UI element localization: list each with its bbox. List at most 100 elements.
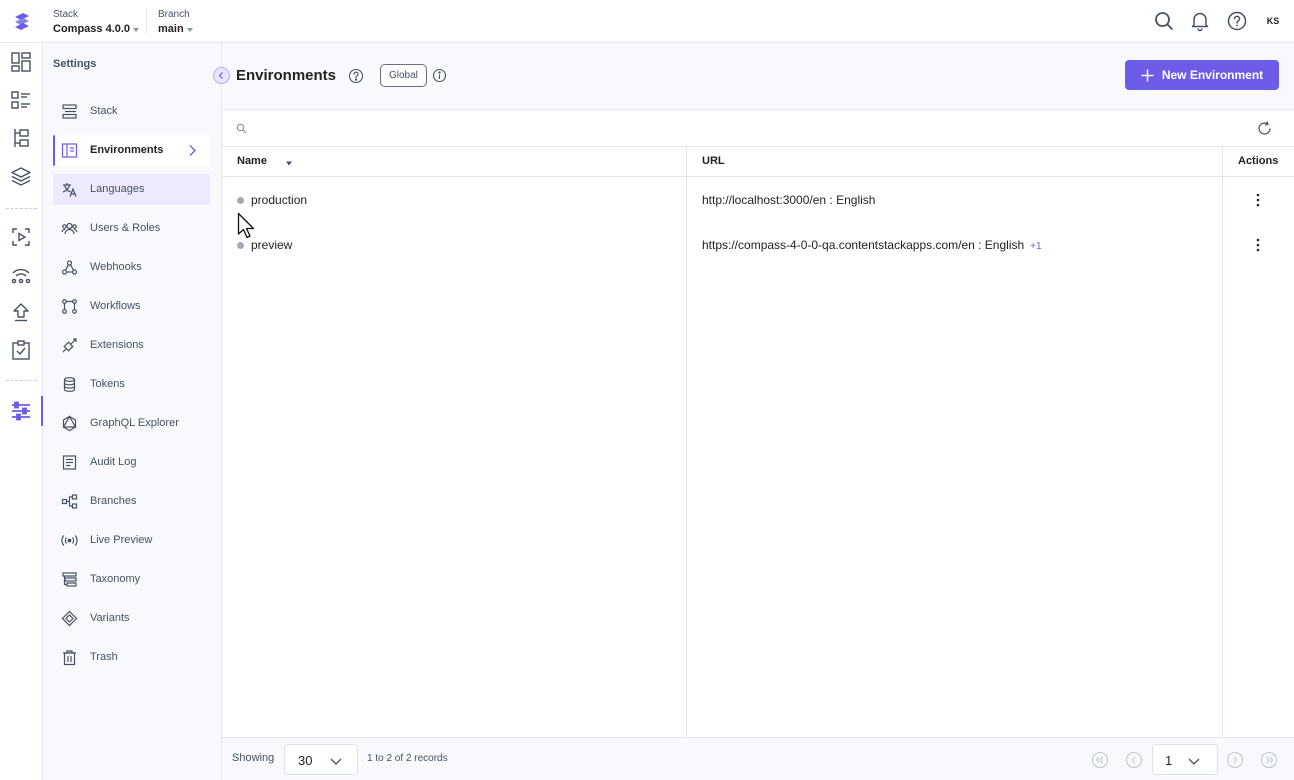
sort-desc-icon[interactable] <box>285 159 293 167</box>
variants-icon <box>61 610 78 627</box>
sidebar-item-label: Webhooks <box>90 261 142 273</box>
sidebar-item-tokens[interactable]: Tokens <box>53 369 210 400</box>
content-models-icon[interactable] <box>10 127 32 149</box>
environment-name[interactable]: preview <box>251 238 292 252</box>
sidebar-item-live-preview[interactable]: Live Preview <box>53 525 210 556</box>
divider <box>146 8 147 34</box>
sidebar-item-languages[interactable]: Languages <box>53 174 210 205</box>
environment-name[interactable]: production <box>251 193 307 207</box>
sidebar-item-audit-log[interactable]: Audit Log <box>53 447 210 478</box>
help-circle-icon[interactable] <box>348 68 364 84</box>
tasks-clipboard-icon[interactable] <box>10 339 32 361</box>
sidebar-item-label: Trash <box>90 651 118 663</box>
main-content: Environments Global New Environment Name… <box>213 43 1294 780</box>
status-dot <box>237 197 244 204</box>
table-row[interactable]: preview https://compass-4-0-0-qa.content… <box>222 225 1294 265</box>
new-environment-label: New Environment <box>1161 68 1264 82</box>
collapse-sidebar-button[interactable] <box>213 67 230 84</box>
more-actions-icon[interactable] <box>1250 237 1266 253</box>
sidebar-item-taxonomy[interactable]: Taxonomy <box>53 564 210 595</box>
stack-name: Compass 4.0.0 <box>53 23 131 35</box>
sidebar-item-workflows[interactable]: Workflows <box>53 291 210 322</box>
stack-switcher[interactable]: Stack Compass 4.0.0 <box>53 9 140 36</box>
sidebar-item-label: Environments <box>90 144 164 156</box>
graphql-icon <box>61 415 78 432</box>
assets-layers-icon[interactable] <box>10 165 32 187</box>
sidebar-item-graphql-explorer[interactable]: GraphQL Explorer <box>53 408 210 439</box>
live-preview-icon <box>61 532 78 549</box>
sidebar-item-variants[interactable]: Variants <box>53 603 210 634</box>
previous-page-icon[interactable] <box>1125 751 1143 769</box>
page-size-select[interactable]: 30 <box>284 744 358 775</box>
sidebar-item-branches[interactable]: Branches <box>53 486 210 517</box>
plus-icon <box>1141 69 1154 82</box>
bell-icon[interactable] <box>1189 10 1211 32</box>
stack-icon <box>61 103 78 120</box>
sidebar-item-label: Taxonomy <box>90 573 141 585</box>
environments-icon <box>61 142 78 159</box>
sidebar-item-label: Users & Roles <box>90 222 161 234</box>
search-input[interactable] <box>252 118 1152 140</box>
records-count: 1 to 2 of 2 records <box>367 753 448 764</box>
languages-icon <box>61 181 78 198</box>
divider <box>6 380 37 381</box>
divider <box>6 208 37 209</box>
contentstack-logo-icon[interactable] <box>11 11 33 33</box>
left-rail <box>0 43 43 780</box>
environment-url: http://localhost:3000/en : English <box>702 193 875 207</box>
first-page-icon[interactable] <box>1091 751 1109 769</box>
more-urls-badge[interactable]: +1 <box>1030 241 1041 252</box>
trash-icon <box>61 649 78 666</box>
sidebar-item-label: Live Preview <box>90 534 153 546</box>
chevron-down-icon <box>329 754 343 768</box>
sidebar-item-label: Branches <box>90 495 137 507</box>
help-icon[interactable] <box>1226 10 1248 32</box>
column-header-name[interactable]: Name <box>237 155 267 167</box>
stack-label: Stack <box>53 9 79 20</box>
column-header-actions: Actions <box>1238 155 1279 167</box>
page-number-value: 1 <box>1165 753 1173 768</box>
table-row[interactable]: production http://localhost:3000/en : En… <box>222 180 1294 220</box>
sidebar-item-users-roles[interactable]: Users & Roles <box>53 213 210 244</box>
settings-sidebar: Settings Stack Environments Languages Us… <box>43 43 222 780</box>
sidebar-item-extensions[interactable]: Extensions <box>53 330 210 361</box>
info-icon[interactable] <box>432 68 447 83</box>
sidebar-item-label: Variants <box>90 612 130 624</box>
search-bar <box>222 110 1294 147</box>
releases-icon[interactable] <box>10 226 32 248</box>
table-footer: Showing 30 1 to 2 of 2 records 1 <box>222 737 1294 780</box>
dashboard-icon[interactable] <box>10 51 32 73</box>
publish-queue-icon[interactable] <box>10 263 32 285</box>
branch-name: main <box>158 23 184 35</box>
sidebar-item-label: Audit Log <box>90 456 137 468</box>
sidebar-item-label: Languages <box>90 183 145 195</box>
showing-label: Showing <box>232 752 275 764</box>
column-header-url: URL <box>702 155 725 167</box>
sidebar-item-label: Tokens <box>90 378 125 390</box>
sidebar-item-label: Stack <box>90 105 118 117</box>
chevron-right-icon <box>186 144 198 157</box>
sidebar-item-webhooks[interactable]: Webhooks <box>53 252 210 283</box>
sidebar-item-environments[interactable]: Environments <box>53 135 210 166</box>
new-environment-button[interactable]: New Environment <box>1125 60 1279 90</box>
next-page-icon[interactable] <box>1226 751 1244 769</box>
search-icon[interactable] <box>1153 10 1175 32</box>
mouse-cursor-icon <box>237 212 257 240</box>
sidebar-item-trash[interactable]: Trash <box>53 642 210 673</box>
entries-icon[interactable] <box>10 89 32 111</box>
refresh-icon[interactable] <box>1256 120 1273 137</box>
branches-icon <box>61 493 78 510</box>
page-number-select[interactable]: 1 <box>1152 744 1218 775</box>
environment-url-text: https://compass-4-0-0-qa.contentstackapp… <box>702 238 1025 252</box>
deploy-upload-icon[interactable] <box>10 301 32 323</box>
status-dot <box>237 242 244 249</box>
environments-table: Name URL Actions production http://local… <box>222 109 1294 738</box>
avatar[interactable]: KS <box>1262 10 1284 32</box>
tokens-icon <box>61 376 78 393</box>
last-page-icon[interactable] <box>1260 751 1278 769</box>
sidebar-item-stack[interactable]: Stack <box>53 96 210 127</box>
more-actions-icon[interactable] <box>1250 192 1266 208</box>
branch-switcher[interactable]: Branch main <box>158 9 193 36</box>
settings-sliders-icon[interactable] <box>10 400 32 422</box>
top-bar: Stack Compass 4.0.0 Branch main KS <box>0 0 1294 43</box>
